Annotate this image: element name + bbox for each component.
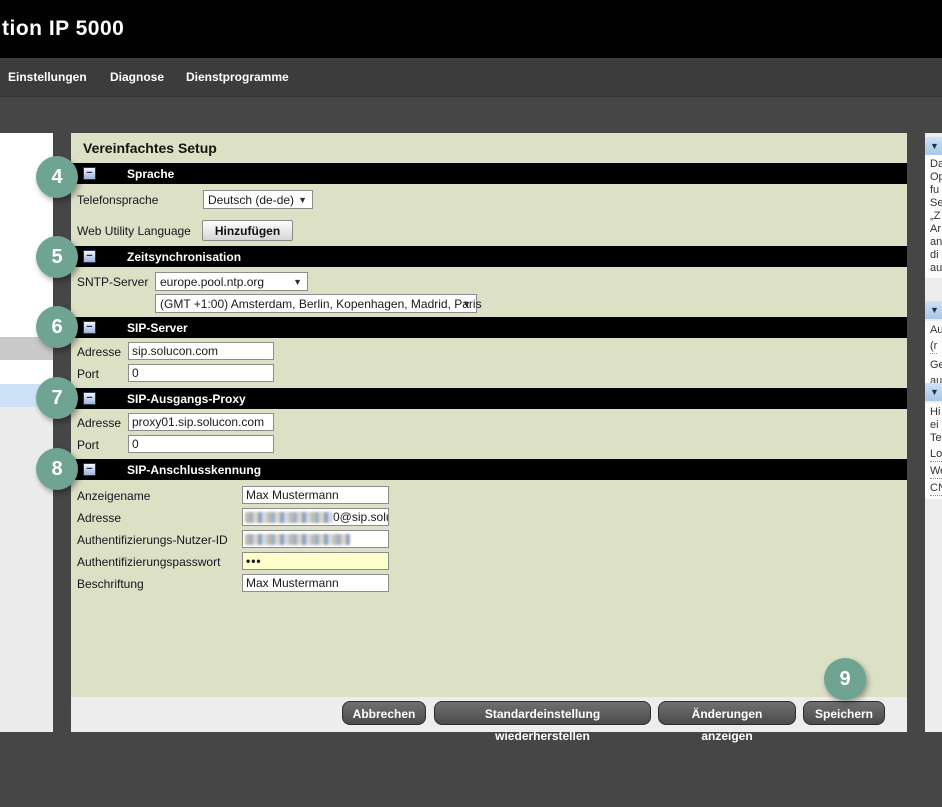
cancel-button[interactable]: Abbrechen: [342, 701, 426, 725]
help-link[interactable]: CN: [930, 482, 942, 496]
sip-server-address-input[interactable]: [128, 342, 274, 360]
display-name-label: Anzeigename: [77, 489, 150, 503]
timezone-select[interactable]: (GMT +1:00) Amsterdam, Berlin, Kopenhage…: [155, 294, 477, 313]
annotation-badge-4: 4: [36, 156, 78, 198]
caption-label: Beschriftung: [77, 577, 144, 591]
help-section-header[interactable]: ▼: [925, 383, 942, 401]
section-header-sip-server: − SIP-Server: [71, 317, 907, 338]
action-bar: Abbrechen Standardeinstellung wiederhers…: [71, 697, 907, 732]
help-text-line: an: [930, 236, 942, 249]
section-header-sip-proxy: − SIP-Ausgangs-Proxy: [71, 388, 907, 409]
phone-language-select[interactable]: Deutsch (de-de) ▼: [203, 190, 313, 209]
annotation-badge-5: 5: [36, 236, 78, 278]
auth-user-id-input[interactable]: [242, 530, 389, 548]
help-text-line: Au: [930, 324, 942, 337]
sip-proxy-port-input[interactable]: [128, 435, 274, 453]
help-link[interactable]: (r: [930, 340, 937, 354]
help-text-line: fu: [930, 184, 942, 197]
chevron-down-icon: ▼: [930, 141, 939, 151]
collapse-icon[interactable]: −: [83, 321, 96, 334]
section-title: SIP-Server: [127, 321, 188, 335]
sip-server-port-label: Port: [77, 367, 99, 381]
save-button[interactable]: Speichern: [803, 701, 885, 725]
restore-defaults-button[interactable]: Standardeinstellung wiederherstellen: [434, 701, 651, 725]
chevron-down-icon: ▼: [930, 305, 939, 315]
help-text-block: Da Op fu Se „Z Ar an di au: [925, 155, 942, 278]
help-link[interactable]: We: [930, 465, 942, 479]
help-text-line: Da: [930, 158, 942, 171]
help-text-line: Se: [930, 197, 942, 210]
sip-server-address-label: Adresse: [77, 345, 121, 359]
redacted-text: [245, 534, 350, 545]
settings-panel: Vereinfachtes Setup − Sprache Telefonspr…: [71, 133, 907, 697]
chevron-down-icon: ▼: [462, 299, 471, 309]
sip-proxy-address-label: Adresse: [77, 416, 121, 430]
app-header: tion IP 5000: [0, 0, 942, 58]
help-text-line: „Z: [930, 210, 942, 223]
chevron-down-icon: ▼: [293, 277, 302, 287]
section-header-zeitsynchronisation: − Zeitsynchronisation: [71, 246, 907, 267]
help-text-line: au: [930, 262, 942, 275]
help-text-line: Te: [930, 432, 942, 445]
sip-line-address-input[interactable]: 0@sip.solu: [242, 508, 389, 526]
help-text-line: Hi: [930, 406, 942, 419]
help-link[interactable]: Lo: [930, 448, 942, 462]
section-title: Zeitsynchronisation: [127, 250, 241, 264]
show-changes-button[interactable]: Änderungen anzeigen: [658, 701, 796, 725]
chevron-down-icon: ▼: [298, 195, 307, 205]
help-text-line: Op: [930, 171, 942, 184]
sip-proxy-address-input[interactable]: [128, 413, 274, 431]
sntp-server-label: SNTP-Server: [77, 275, 148, 289]
auth-password-input[interactable]: [242, 552, 389, 570]
screen: tion IP 5000 Einstellungen Diagnose Dien…: [0, 0, 942, 807]
collapse-icon[interactable]: −: [83, 167, 96, 180]
help-text-line: di: [930, 249, 942, 262]
caption-input[interactable]: [242, 574, 389, 592]
annotation-badge-8: 8: [36, 448, 78, 490]
sip-server-port-input[interactable]: [128, 364, 274, 382]
left-nav-column: [0, 133, 53, 732]
section-title: Sprache: [127, 167, 174, 181]
annotation-badge-9: 9: [824, 658, 866, 700]
collapse-icon[interactable]: −: [83, 250, 96, 263]
help-section-header[interactable]: ▼: [925, 301, 942, 319]
redacted-text: [245, 512, 333, 523]
help-text-line: Ge: [930, 359, 942, 372]
collapse-icon[interactable]: −: [83, 392, 96, 405]
collapse-icon[interactable]: −: [83, 463, 96, 476]
annotation-badge-7: 7: [36, 377, 78, 419]
help-text-block: Au (r Ge au: [925, 321, 942, 392]
chevron-down-icon: ▼: [930, 387, 939, 397]
auth-password-label: Authentifizierungspasswort: [77, 555, 220, 569]
phone-language-label: Telefonsprache: [77, 193, 158, 207]
select-value: (GMT +1:00) Amsterdam, Berlin, Kopenhage…: [160, 297, 482, 311]
nav-item-dienstprogramme[interactable]: Dienstprogramme: [186, 70, 289, 84]
add-language-button[interactable]: Hinzufügen: [202, 220, 293, 241]
section-header-sprache: − Sprache: [71, 163, 907, 184]
nav-item-diagnose[interactable]: Diagnose: [110, 70, 164, 84]
select-value: Deutsch (de-de): [208, 193, 294, 207]
sntp-server-select[interactable]: europe.pool.ntp.org ▼: [155, 272, 308, 291]
annotation-badge-6: 6: [36, 306, 78, 348]
help-sidebar: ▼ Da Op fu Se „Z Ar an di au ▼ Au (r Ge …: [925, 133, 942, 732]
help-section-header[interactable]: ▼: [925, 137, 942, 155]
web-utility-language-label: Web Utility Language: [77, 224, 191, 238]
section-title: SIP-Anschlusskennung: [127, 463, 261, 477]
section-header-sip-line: − SIP-Anschlusskennung: [71, 459, 907, 480]
address-suffix: 0@sip.solu: [333, 509, 389, 525]
help-text-line: Ar: [930, 223, 942, 236]
help-text-block: Hi ei Te Lo We CN: [925, 403, 942, 499]
select-value: europe.pool.ntp.org: [160, 275, 264, 289]
section-title: SIP-Ausgangs-Proxy: [127, 392, 246, 406]
main-nav: Einstellungen Diagnose Dienstprogramme: [0, 58, 942, 97]
help-text-line: ei: [930, 419, 942, 432]
page-title: Vereinfachtes Setup: [83, 140, 217, 156]
sip-line-address-label: Adresse: [77, 511, 121, 525]
auth-user-id-label: Authentifizierungs-Nutzer-ID: [77, 533, 228, 547]
display-name-input[interactable]: [242, 486, 389, 504]
app-title: tion IP 5000: [2, 17, 124, 41]
sip-proxy-port-label: Port: [77, 438, 99, 452]
nav-item-einstellungen[interactable]: Einstellungen: [8, 70, 87, 84]
